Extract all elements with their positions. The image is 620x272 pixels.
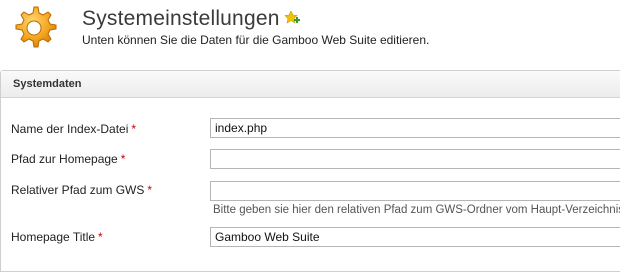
page-subtitle: Unten können Sie die Daten für die Gambo… [82,33,430,47]
gws-path-label: Relativer Pfad zum GWS * [11,183,153,197]
page-title: Systemeinstellungen [82,7,280,30]
required-marker: * [131,122,137,136]
add-star-icon[interactable] [284,10,300,26]
gear-icon [15,6,57,48]
required-marker: * [147,183,153,197]
required-marker: * [98,230,103,244]
index-file-input[interactable] [210,118,620,138]
gws-path-hint: Bitte geben sie hier den relativen Pfad … [213,204,620,216]
homepage-path-label: Pfad zur Homepage * [11,152,126,166]
homepage-title-label: Homepage Title * [11,230,103,244]
required-marker: * [120,152,126,166]
panel-header: Systemdaten [1,71,620,98]
index-file-label: Name der Index-Datei * [11,122,137,136]
homepage-title-input[interactable] [210,227,620,247]
gws-path-input[interactable] [210,181,620,201]
homepage-path-input[interactable] [210,149,620,169]
